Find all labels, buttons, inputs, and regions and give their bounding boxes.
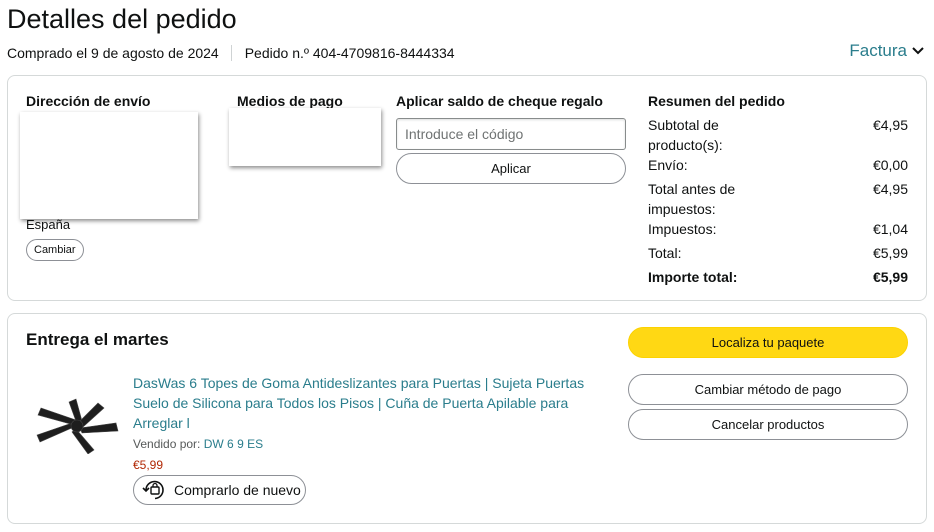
summary-label: Envío: <box>648 157 688 173</box>
summary-label: Subtotal de producto(s): <box>648 117 723 153</box>
summary-value: €4,95 <box>872 181 908 197</box>
product-title-link[interactable]: DasWas 6 Topes de Goma Antideslizantes p… <box>133 373 608 433</box>
summary-label: Total antes de impuestos: <box>648 181 736 217</box>
summary-value: €5,99 <box>872 245 908 261</box>
product-image[interactable] <box>32 398 122 454</box>
track-package-button[interactable]: Localiza tu paquete <box>628 327 908 358</box>
seller-link[interactable]: DW 6 9 ES <box>204 437 263 451</box>
buy-again-button[interactable]: Comprarlo de nuevo <box>133 475 306 505</box>
order-meta: Comprado el 9 de agosto de 2024 Pedido n… <box>7 45 455 61</box>
redacted-payment <box>229 108 381 166</box>
order-number: Pedido n.º 404-4709816-8444334 <box>244 45 455 61</box>
page-title: Detalles del pedido <box>7 4 237 34</box>
product-price: €5,99 <box>133 458 164 472</box>
gift-card-title: Aplicar saldo de cheque regalo <box>396 93 603 109</box>
summary-label: Total: <box>648 245 682 261</box>
grand-total-label: Importe total: <box>648 269 738 285</box>
purchase-date: Comprado el 9 de agosto de 2024 <box>7 45 219 61</box>
invoice-label: Factura <box>849 41 907 60</box>
gift-code-input[interactable] <box>396 118 626 150</box>
delivery-heading: Entrega el martes <box>26 330 169 349</box>
summary-row-shipping: Envío: €0,00 <box>648 155 908 175</box>
buy-again-label: Comprarlo de nuevo <box>174 482 301 498</box>
buy-again-icon <box>142 480 164 500</box>
summary-row-pretax: Total antes de impuestos: €4,95 <box>648 179 908 219</box>
summary-value: €1,04 <box>872 221 908 237</box>
change-payment-button[interactable]: Cambiar método de pago <box>628 374 908 405</box>
redacted-address <box>20 112 198 219</box>
summary-title: Resumen del pedido <box>648 93 785 109</box>
summary-row-total: Total: €5,99 <box>648 243 908 263</box>
change-address-button[interactable]: Cambiar <box>26 239 84 261</box>
shipping-country: España <box>26 217 71 232</box>
invoice-dropdown[interactable]: Factura <box>849 41 924 61</box>
payment-title: Medios de pago <box>237 93 343 109</box>
meta-divider <box>230 45 232 61</box>
shipping-title: Dirección de envío <box>26 93 151 109</box>
order-info-card: Dirección de envío España Cambiar Medios… <box>7 75 927 301</box>
grand-total-value: €5,99 <box>872 269 908 285</box>
chevron-down-icon <box>912 47 924 55</box>
seller-info: Vendido por: DW 6 9 ES <box>133 437 263 451</box>
apply-button[interactable]: Aplicar <box>396 153 626 184</box>
seller-prefix: Vendido por: <box>133 437 201 451</box>
summary-row-tax: Impuestos: €1,04 <box>648 219 908 239</box>
summary-label: Impuestos: <box>648 221 717 237</box>
shipment-card: Entrega el martes DasWas 6 Topes de Goma… <box>7 313 927 524</box>
summary-value: €0,00 <box>872 157 908 173</box>
summary-value: €4,95 <box>872 117 908 133</box>
cancel-items-button[interactable]: Cancelar productos <box>628 409 908 440</box>
summary-row-subtotal: Subtotal de producto(s): €4,95 <box>648 115 908 155</box>
summary-row-grand-total: Importe total: €5,99 <box>648 267 908 287</box>
